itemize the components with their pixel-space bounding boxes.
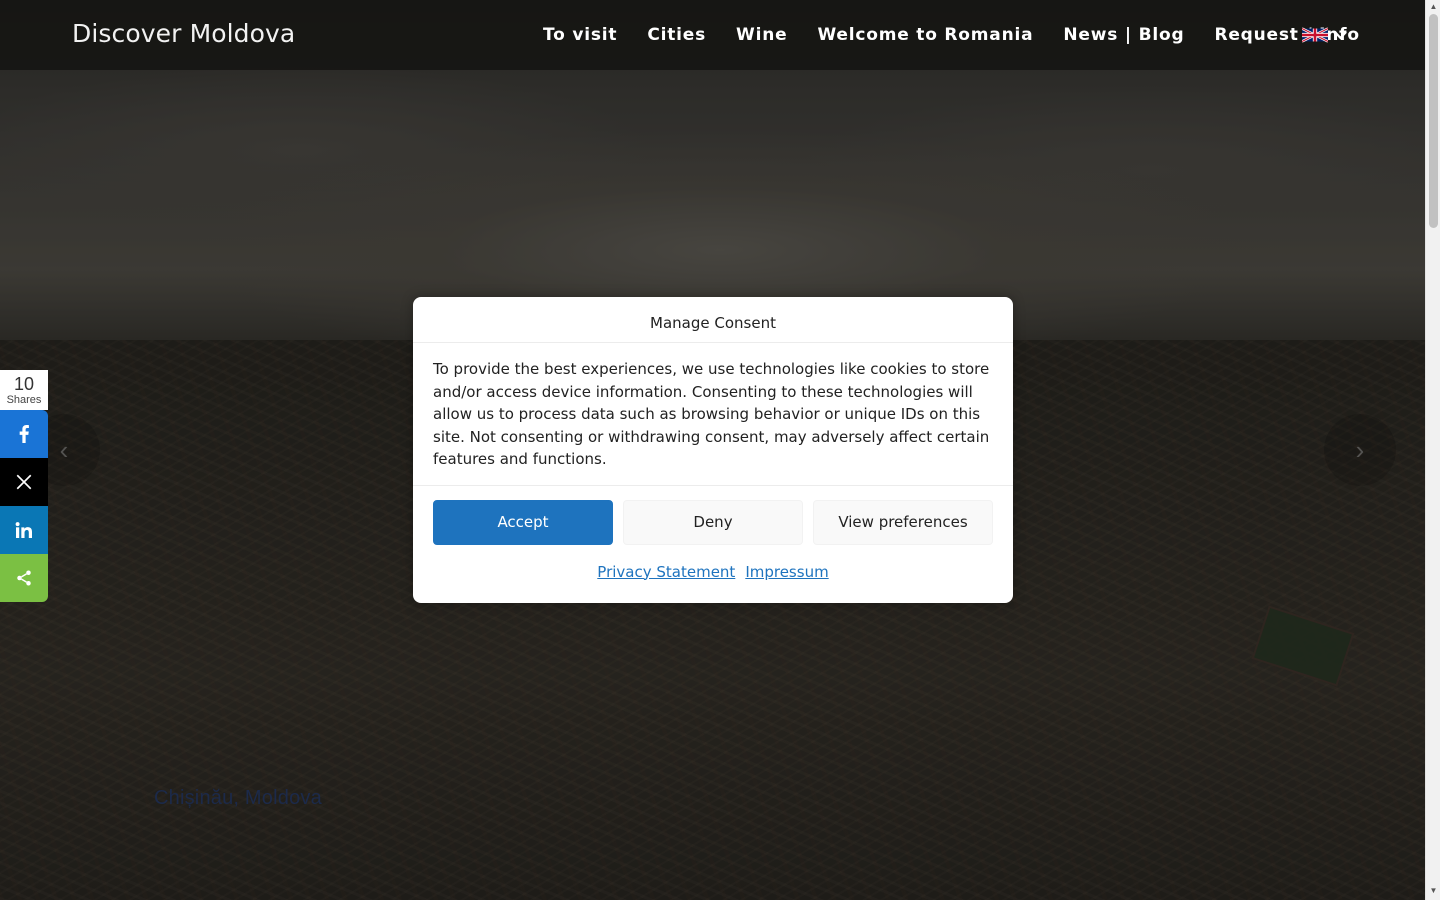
chevron-down-icon [1332,27,1348,43]
hero-caption: Chișinău, Moldova [154,787,322,809]
consent-modal: Manage Consent To provide the best exper… [413,297,1013,603]
social-share-bar: 10 Shares [0,370,48,602]
nav-item-news-blog[interactable]: News | Blog [1063,24,1184,46]
facebook-icon [19,425,29,443]
nav-item-welcome-romania[interactable]: Welcome to Romania [817,24,1033,46]
facebook-share-button[interactable] [0,410,48,458]
nav-item-cities[interactable]: Cities [647,24,706,46]
consent-title: Manage Consent [413,297,1013,343]
share-icon [17,570,31,586]
scroll-down-arrow-icon[interactable]: ▼ [1429,886,1438,896]
share-count-label: Shares [6,394,42,406]
uk-flag-icon [1302,27,1328,43]
main-nav: To visit Cities Wine Welcome to Romania … [543,24,1390,46]
site-logo[interactable]: Discover Moldova [72,19,295,48]
consent-links: Privacy Statement Impressum [413,545,1013,581]
consent-message: To provide the best experiences, we use … [413,343,1013,486]
site-header: Discover Moldova To visit Cities Wine We… [0,0,1425,70]
x-icon [16,474,32,490]
linkedin-icon [15,522,32,538]
share-count-number: 10 [13,374,35,394]
page-scrollbar[interactable]: ▲ ▼ [1425,0,1440,900]
nav-item-to-visit[interactable]: To visit [543,24,617,46]
scroll-up-arrow-icon[interactable]: ▲ [1429,2,1438,12]
chevron-right-icon: › [1355,434,1365,465]
privacy-statement-link[interactable]: Privacy Statement [597,563,735,581]
view-preferences-button[interactable]: View preferences [813,499,993,545]
nav-item-wine[interactable]: Wine [736,24,787,46]
language-switcher[interactable] [1302,26,1348,44]
chevron-left-icon: ‹ [59,434,69,465]
x-share-button[interactable] [0,458,48,506]
linkedin-share-button[interactable] [0,506,48,554]
scrollbar-thumb[interactable] [1429,14,1438,228]
share-counter: 10 Shares [0,370,48,410]
generic-share-button[interactable] [0,554,48,602]
deny-button[interactable]: Deny [623,499,803,545]
impressum-link[interactable]: Impressum [745,563,828,581]
accept-button[interactable]: Accept [433,499,613,545]
consent-buttons: Accept Deny View preferences [413,486,1013,545]
slider-next-button[interactable]: › [1324,414,1396,486]
